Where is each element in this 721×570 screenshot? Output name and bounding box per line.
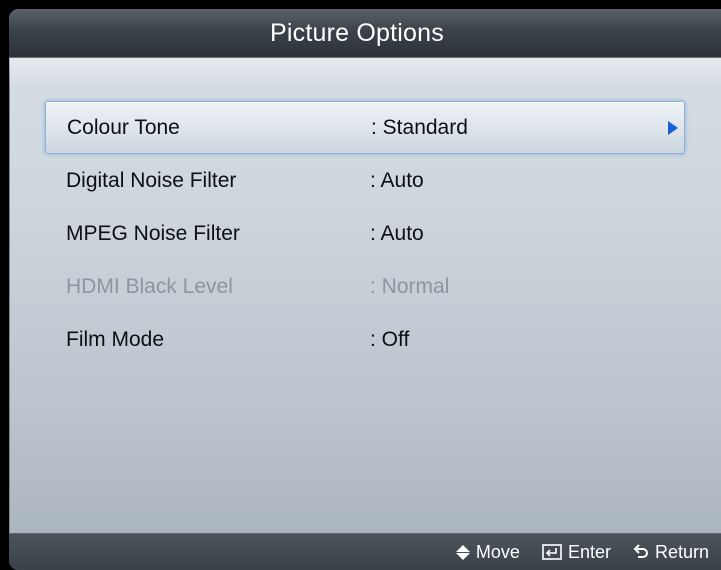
menu-item-mpeg-noise-filter[interactable]: MPEG Noise Filter : Auto bbox=[45, 207, 685, 260]
menu-item-value: : Off bbox=[370, 327, 410, 351]
enter-icon bbox=[542, 544, 562, 560]
submenu-arrow-icon bbox=[668, 121, 678, 135]
menu-item-value: : Normal bbox=[370, 274, 450, 298]
picture-options-dialog: Picture Options Colour Tone : Standard D… bbox=[9, 9, 721, 570]
menu-item-label: Digital Noise Filter bbox=[66, 168, 237, 192]
menu-item-colour-tone[interactable]: Colour Tone : Standard bbox=[45, 101, 685, 154]
dialog-title: Picture Options bbox=[270, 18, 444, 47]
title-bar: Picture Options bbox=[9, 9, 721, 58]
move-hint-label: Move bbox=[475, 541, 520, 562]
menu-item-value: : Auto bbox=[370, 221, 424, 245]
menu-item-value: : Auto bbox=[370, 168, 424, 192]
options-menu: Colour Tone : Standard Digital Noise Fil… bbox=[45, 101, 685, 366]
button-hint-bar: Move Enter Return bbox=[9, 533, 721, 570]
menu-item-label: MPEG Noise Filter bbox=[66, 221, 240, 245]
menu-item-film-mode[interactable]: Film Mode : Off bbox=[45, 313, 685, 366]
enter-hint-label: Enter bbox=[567, 541, 611, 562]
return-hint-label: Return bbox=[654, 541, 709, 562]
menu-item-label: HDMI Black Level bbox=[66, 274, 233, 298]
up-down-arrows-icon bbox=[455, 544, 470, 560]
menu-item-hdmi-black-level: HDMI Black Level : Normal bbox=[45, 260, 685, 313]
menu-item-value: : Standard bbox=[371, 115, 468, 139]
menu-item-digital-noise-filter[interactable]: Digital Noise Filter : Auto bbox=[45, 154, 685, 207]
menu-item-label: Colour Tone bbox=[67, 115, 180, 139]
title-bar-sheen bbox=[9, 57, 721, 87]
enter-hint: Enter bbox=[542, 542, 611, 563]
return-icon bbox=[633, 544, 649, 560]
return-hint: Return bbox=[633, 542, 709, 563]
menu-item-label: Film Mode bbox=[66, 327, 165, 351]
move-hint: Move bbox=[455, 541, 520, 563]
